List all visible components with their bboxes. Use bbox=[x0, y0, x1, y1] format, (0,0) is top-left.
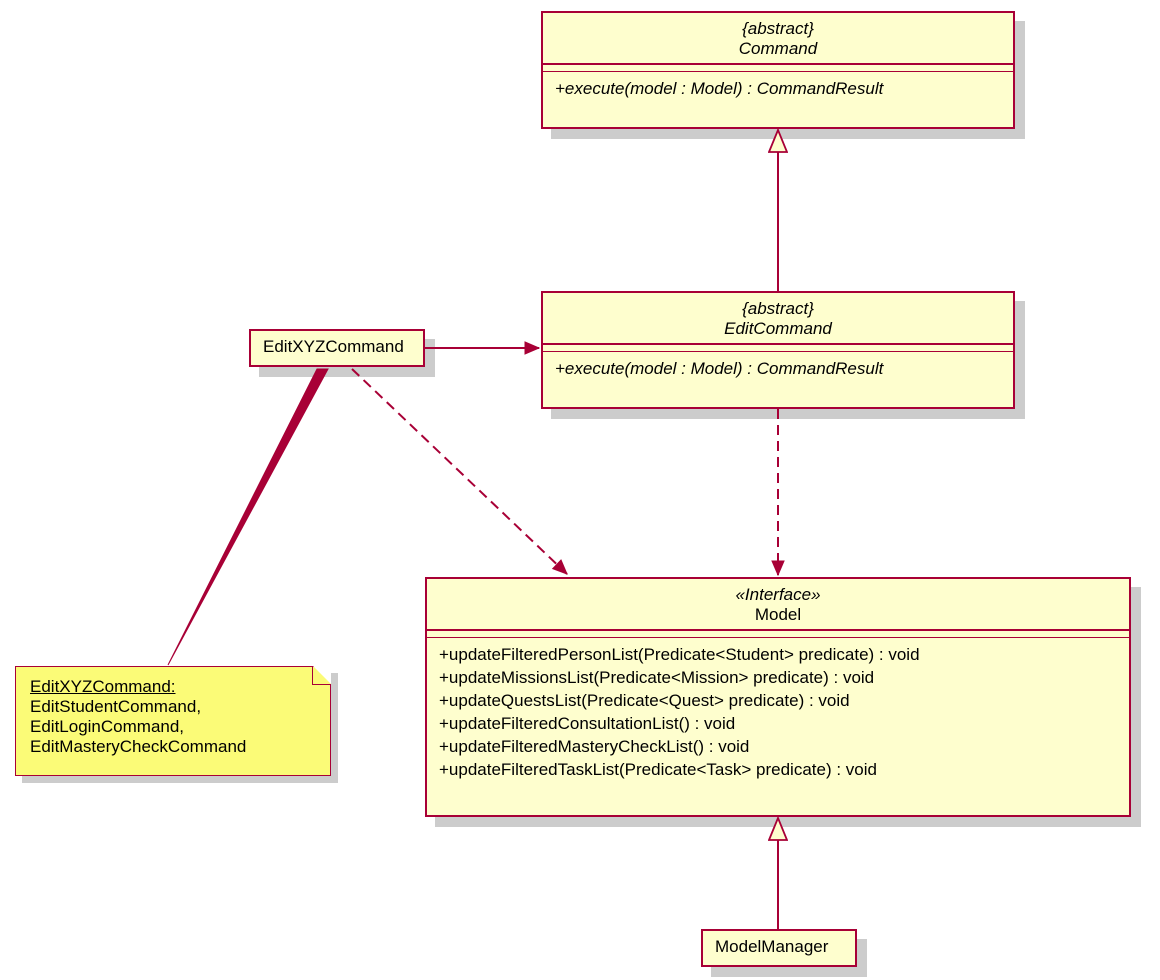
note-link bbox=[168, 369, 328, 665]
class-header: «Interface» Model bbox=[427, 579, 1129, 629]
method: +updateFilteredConsultationList() : void bbox=[439, 713, 1117, 736]
methods: +updateFilteredPersonList(Predicate<Stud… bbox=[427, 638, 1129, 790]
class-name: Model bbox=[437, 605, 1119, 625]
dependency-editxyz-model bbox=[352, 369, 567, 574]
note-fold-icon bbox=[312, 666, 331, 685]
class-edit-command: {abstract} EditCommand +execute(model : … bbox=[541, 291, 1015, 409]
stereotype-label: {abstract} bbox=[553, 299, 1003, 319]
class-command: {abstract} Command +execute(model : Mode… bbox=[541, 11, 1015, 129]
connectors bbox=[0, 0, 1160, 980]
method: +execute(model : Model) : CommandResult bbox=[555, 78, 1001, 101]
class-model-manager: ModelManager bbox=[701, 929, 857, 967]
class-header: {abstract} EditCommand bbox=[543, 293, 1013, 343]
note-line: EditLoginCommand, bbox=[30, 717, 316, 737]
class-name: EditXYZCommand bbox=[263, 337, 404, 356]
method: +updateFilteredMasteryCheckList() : void bbox=[439, 736, 1117, 759]
stereotype-label: «Interface» bbox=[437, 585, 1119, 605]
note-line: EditMasteryCheckCommand bbox=[30, 737, 316, 757]
note-title: EditXYZCommand: bbox=[30, 677, 316, 697]
stereotype-label: {abstract} bbox=[553, 19, 1003, 39]
separator bbox=[543, 343, 1013, 345]
method: +updateMissionsList(Predicate<Mission> p… bbox=[439, 667, 1117, 690]
method: +execute(model : Model) : CommandResult bbox=[555, 358, 1001, 381]
note-edit-xyz: EditXYZCommand: EditStudentCommand, Edit… bbox=[15, 666, 331, 776]
method: +updateQuestsList(Predicate<Quest> predi… bbox=[439, 690, 1117, 713]
methods: +execute(model : Model) : CommandResult bbox=[543, 352, 1013, 389]
class-name: ModelManager bbox=[715, 937, 828, 956]
separator bbox=[543, 63, 1013, 65]
interface-model: «Interface» Model +updateFilteredPersonL… bbox=[425, 577, 1131, 817]
class-header: {abstract} Command bbox=[543, 13, 1013, 63]
method: +updateFilteredTaskList(Predicate<Task> … bbox=[439, 759, 1117, 782]
method: +updateFilteredPersonList(Predicate<Stud… bbox=[439, 644, 1117, 667]
note-line: EditStudentCommand, bbox=[30, 697, 316, 717]
class-name: Command bbox=[553, 39, 1003, 59]
class-edit-xyz-command: EditXYZCommand bbox=[249, 329, 425, 367]
methods: +execute(model : Model) : CommandResult bbox=[543, 72, 1013, 109]
uml-class-diagram: {abstract} Command +execute(model : Mode… bbox=[0, 0, 1160, 980]
class-name: EditCommand bbox=[553, 319, 1003, 339]
separator bbox=[427, 629, 1129, 631]
